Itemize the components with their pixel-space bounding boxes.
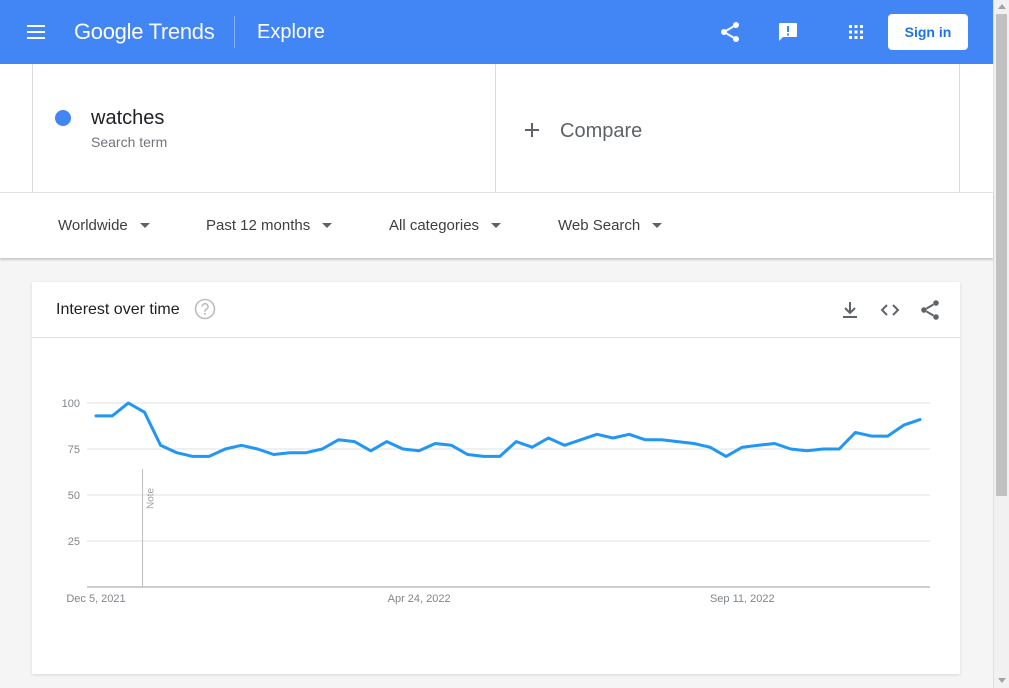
- region-filter-dropdown[interactable]: Worldwide: [58, 217, 150, 234]
- page-scrollbar[interactable]: [993, 0, 1009, 688]
- chevron-down-icon: [322, 222, 333, 228]
- interest-over-time-card: Interest over time 25 50 75 100 Dec 5, 2021…: [32, 282, 960, 674]
- category-filter-label: All categories: [389, 217, 480, 234]
- y-tick-label: 50: [68, 490, 80, 502]
- time-filter-dropdown[interactable]: Past 12 months: [206, 217, 333, 234]
- google-trends-logo[interactable]: Google Trends: [74, 19, 215, 45]
- search-term-card[interactable]: watches Search term: [32, 64, 496, 193]
- time-filter-label: Past 12 months: [206, 217, 311, 234]
- feedback-icon[interactable]: [776, 20, 800, 44]
- y-tick-label: 75: [68, 444, 80, 456]
- search-terms-bar: watches Search term Compare: [0, 64, 993, 193]
- page-title: Explore: [257, 21, 325, 43]
- share-icon[interactable]: [918, 298, 942, 322]
- property-filter-label: Web Search: [558, 217, 641, 234]
- chevron-down-icon: [139, 222, 150, 228]
- scroll-up-arrow-icon[interactable]: [998, 4, 1006, 9]
- sign-in-button[interactable]: Sign in: [888, 14, 968, 50]
- search-term-type: Search term: [91, 134, 168, 150]
- plus-icon: [525, 123, 539, 137]
- compare-label: Compare: [560, 120, 643, 142]
- logo-trends: Trends: [148, 19, 215, 44]
- series-line-watches: [94, 401, 922, 458]
- chevron-down-icon: [491, 222, 502, 228]
- compare-card[interactable]: Compare: [496, 64, 960, 193]
- property-filter-dropdown[interactable]: Web Search: [558, 217, 663, 234]
- filter-bar: Worldwide Past 12 months All categories …: [0, 192, 993, 258]
- scroll-thumb[interactable]: [996, 14, 1007, 496]
- app-header: Google Trends Explore Sign in: [0, 0, 993, 64]
- term-color-dot: [55, 110, 71, 126]
- category-filter-dropdown[interactable]: All categories: [389, 217, 502, 234]
- y-tick-label: 25: [68, 536, 80, 548]
- logo-google: Google: [74, 19, 144, 44]
- x-tick-label: Dec 5, 2021: [66, 593, 125, 605]
- menu-icon[interactable]: [24, 22, 48, 42]
- chevron-down-icon: [652, 222, 663, 228]
- download-icon[interactable]: [838, 298, 862, 322]
- scroll-down-arrow-icon[interactable]: [998, 678, 1006, 683]
- header-divider: [234, 16, 235, 48]
- y-tick-label: 100: [62, 398, 80, 410]
- share-icon[interactable]: [718, 20, 742, 44]
- apps-grid-icon[interactable]: [844, 20, 868, 44]
- x-tick-label: Sep 11, 2022: [710, 593, 775, 605]
- search-term[interactable]: watches: [91, 107, 164, 130]
- card-header: Interest over time: [32, 282, 960, 338]
- region-filter-label: Worldwide: [58, 217, 128, 234]
- note-label[interactable]: Note: [146, 487, 157, 509]
- help-icon[interactable]: [194, 298, 216, 320]
- embed-code-icon[interactable]: [878, 298, 902, 322]
- card-title: Interest over time: [56, 301, 180, 318]
- interest-line-chart[interactable]: 25 50 75 100 Dec 5, 2021 Apr 24, 2022 Sep 11,…: [32, 339, 960, 674]
- x-tick-label: Apr 24, 2022: [388, 593, 451, 605]
